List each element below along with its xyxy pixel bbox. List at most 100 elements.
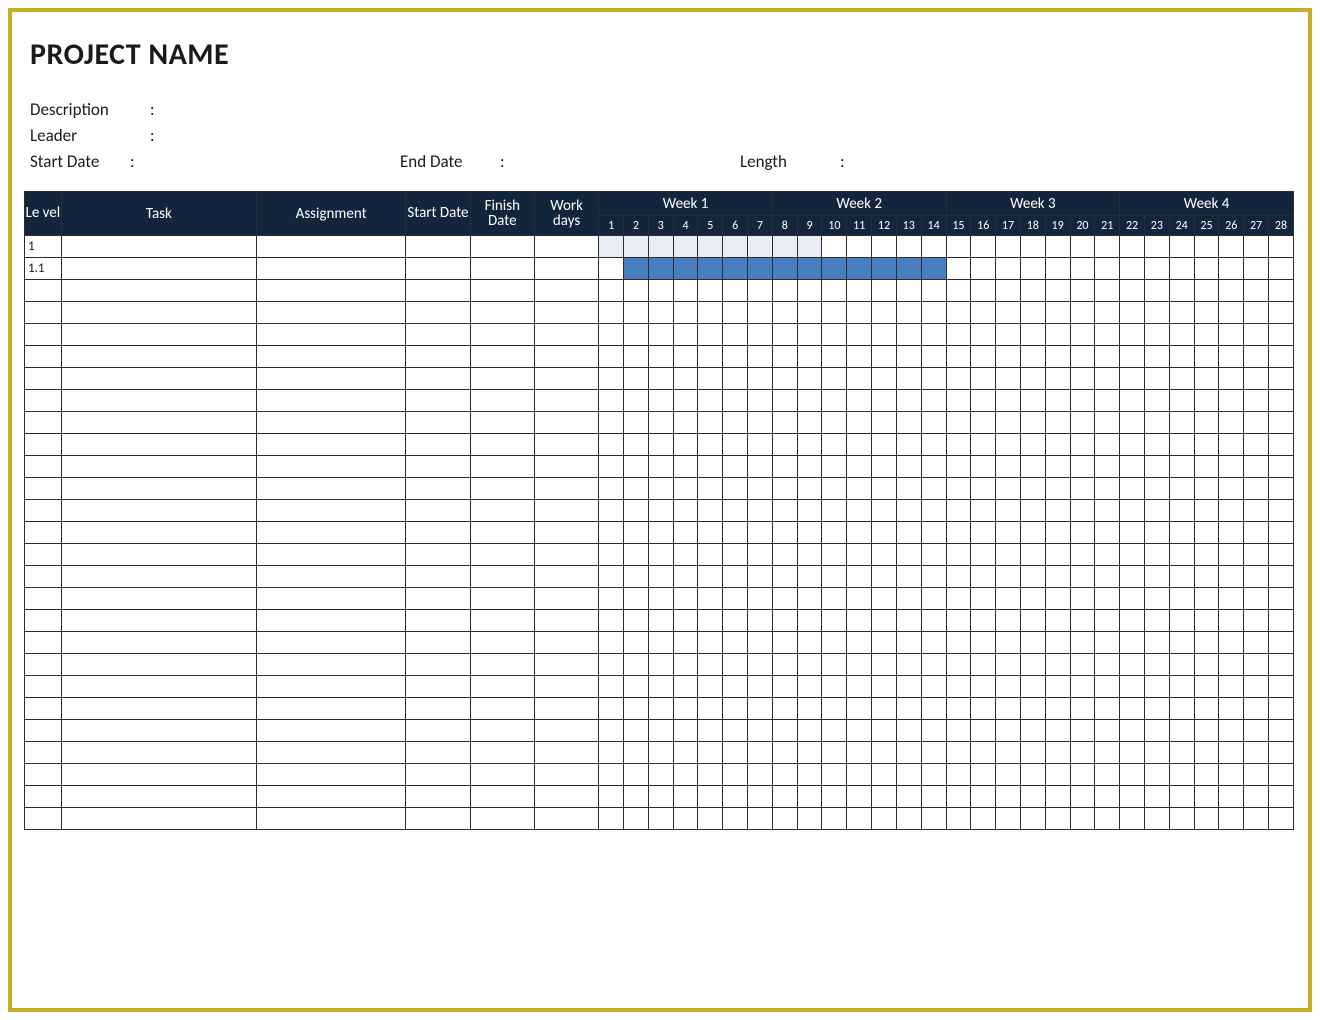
cell-day[interactable] (1045, 632, 1070, 654)
cell-day[interactable] (847, 742, 872, 764)
cell-day[interactable] (971, 720, 996, 742)
cell-day[interactable] (1268, 412, 1293, 434)
table-row[interactable]: 1 (25, 236, 1294, 258)
cell-day[interactable] (1144, 368, 1169, 390)
cell-start-date[interactable] (406, 764, 470, 786)
cell-day[interactable] (1045, 698, 1070, 720)
cell-day[interactable] (847, 434, 872, 456)
cell-day[interactable] (1268, 346, 1293, 368)
cell-day[interactable] (698, 390, 723, 412)
cell-day[interactable] (1095, 786, 1120, 808)
cell-day[interactable] (1169, 456, 1194, 478)
cell-day[interactable] (822, 500, 847, 522)
cell-finish-date[interactable] (470, 610, 534, 632)
cell-day[interactable] (996, 280, 1021, 302)
cell-day[interactable] (1268, 258, 1293, 280)
cell-level[interactable] (25, 654, 62, 676)
cell-start-date[interactable] (406, 368, 470, 390)
cell-assignment[interactable] (257, 544, 406, 566)
cell-day[interactable] (1045, 302, 1070, 324)
cell-day[interactable] (1244, 412, 1269, 434)
cell-task[interactable] (61, 764, 256, 786)
table-row[interactable] (25, 434, 1294, 456)
cell-day[interactable] (1095, 632, 1120, 654)
cell-day[interactable] (1244, 258, 1269, 280)
cell-level[interactable] (25, 632, 62, 654)
cell-task[interactable] (61, 478, 256, 500)
cell-day[interactable] (673, 346, 698, 368)
cell-assignment[interactable] (257, 412, 406, 434)
cell-day[interactable] (847, 280, 872, 302)
cell-day[interactable] (723, 368, 748, 390)
cell-day[interactable] (1045, 324, 1070, 346)
cell-day[interactable] (921, 698, 946, 720)
cell-day[interactable] (673, 742, 698, 764)
cell-work-days[interactable] (534, 676, 598, 698)
cell-day[interactable] (1268, 434, 1293, 456)
cell-day[interactable] (648, 676, 673, 698)
cell-day[interactable] (673, 808, 698, 830)
cell-day[interactable] (1095, 368, 1120, 390)
cell-day[interactable] (971, 324, 996, 346)
cell-start-date[interactable] (406, 588, 470, 610)
cell-day[interactable] (748, 346, 773, 368)
cell-day[interactable] (921, 368, 946, 390)
cell-day[interactable] (921, 544, 946, 566)
cell-finish-date[interactable] (470, 544, 534, 566)
cell-level[interactable]: 1 (25, 236, 62, 258)
cell-day[interactable] (1045, 610, 1070, 632)
cell-day[interactable] (1244, 324, 1269, 346)
cell-day[interactable] (772, 654, 797, 676)
cell-day[interactable] (748, 390, 773, 412)
cell-day[interactable] (748, 412, 773, 434)
cell-work-days[interactable] (534, 390, 598, 412)
cell-finish-date[interactable] (470, 412, 534, 434)
table-row[interactable] (25, 346, 1294, 368)
cell-day[interactable] (1095, 720, 1120, 742)
cell-day[interactable] (896, 346, 921, 368)
cell-day[interactable] (797, 500, 822, 522)
cell-day[interactable] (1144, 676, 1169, 698)
cell-day[interactable] (797, 610, 822, 632)
cell-task[interactable] (61, 302, 256, 324)
cell-day[interactable] (648, 610, 673, 632)
cell-day[interactable] (971, 522, 996, 544)
cell-day[interactable] (797, 566, 822, 588)
cell-day[interactable] (1045, 654, 1070, 676)
cell-day[interactable] (1020, 478, 1045, 500)
cell-day[interactable] (946, 346, 971, 368)
cell-day[interactable] (1169, 764, 1194, 786)
cell-day[interactable] (996, 324, 1021, 346)
cell-day[interactable] (624, 698, 649, 720)
table-row[interactable] (25, 302, 1294, 324)
cell-day[interactable] (896, 676, 921, 698)
cell-task[interactable] (61, 544, 256, 566)
cell-day[interactable] (896, 610, 921, 632)
cell-day[interactable] (946, 742, 971, 764)
cell-day[interactable] (1045, 588, 1070, 610)
cell-day[interactable] (921, 522, 946, 544)
cell-day[interactable] (1144, 346, 1169, 368)
cell-day[interactable] (872, 632, 897, 654)
cell-level[interactable]: 1.1 (25, 258, 62, 280)
cell-day[interactable] (624, 478, 649, 500)
cell-day[interactable] (1244, 764, 1269, 786)
cell-day[interactable] (822, 610, 847, 632)
cell-finish-date[interactable] (470, 346, 534, 368)
cell-day[interactable] (1070, 566, 1095, 588)
cell-day[interactable] (698, 236, 723, 258)
cell-day[interactable] (698, 610, 723, 632)
cell-start-date[interactable] (406, 302, 470, 324)
cell-day[interactable] (748, 280, 773, 302)
cell-day[interactable] (797, 324, 822, 346)
cell-day[interactable] (1219, 610, 1244, 632)
cell-day[interactable] (1070, 346, 1095, 368)
cell-day[interactable] (971, 346, 996, 368)
cell-day[interactable] (872, 412, 897, 434)
cell-day[interactable] (1070, 808, 1095, 830)
cell-day[interactable] (1020, 654, 1045, 676)
cell-day[interactable] (1120, 632, 1145, 654)
cell-day[interactable] (1169, 698, 1194, 720)
cell-day[interactable] (748, 456, 773, 478)
cell-day[interactable] (1045, 566, 1070, 588)
